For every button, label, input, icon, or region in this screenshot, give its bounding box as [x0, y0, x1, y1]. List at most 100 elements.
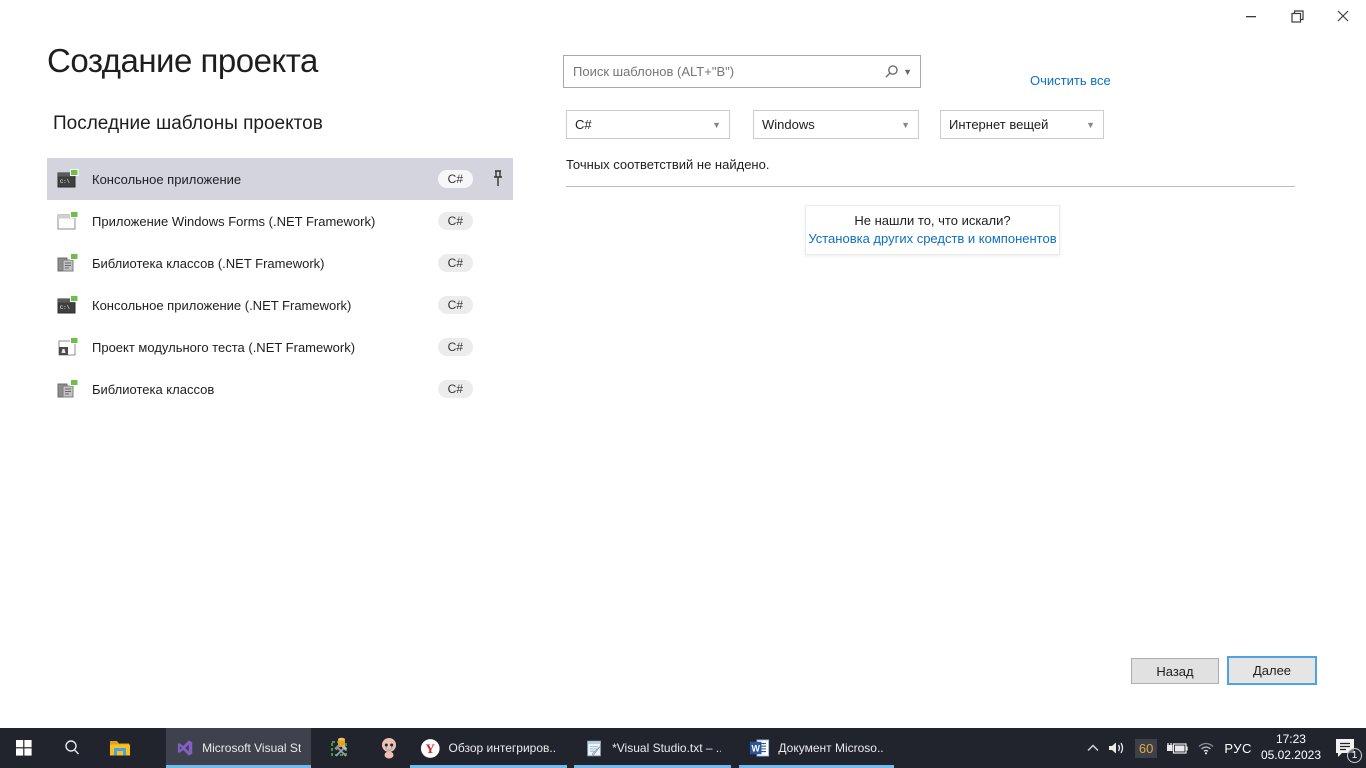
language-filter-dropdown[interactable]: C# ▼ [566, 110, 730, 139]
platform-filter-value: Windows [762, 117, 815, 132]
promo-question: Не нашли то, что искали? [806, 213, 1059, 228]
taskbar-task-yandex-browser[interactable]: Y Обзор интегриров... [410, 728, 567, 768]
word-icon: W [749, 738, 770, 758]
template-name: Библиотека классов [92, 382, 214, 397]
restore-icon [1291, 10, 1304, 23]
taskbar-pinned-isaac-game[interactable] [366, 728, 412, 768]
chevron-up-icon [1087, 744, 1099, 752]
battery-charging-icon [1166, 741, 1188, 755]
language-filter-value: C# [575, 117, 592, 132]
chevron-down-icon: ▼ [903, 67, 912, 77]
svg-text:C:\: C:\ [60, 304, 70, 311]
chevron-down-icon: ▼ [1086, 120, 1095, 130]
start-button[interactable] [0, 728, 48, 768]
svg-text:Y: Y [426, 741, 436, 756]
language-badge: C# [438, 254, 473, 272]
template-row-unit-test[interactable]: Проект модульного теста (.NET Framework)… [47, 326, 513, 368]
template-name: Консольное приложение [92, 172, 241, 187]
search-button[interactable]: ▼ [884, 64, 920, 79]
language-badge: C# [438, 212, 473, 230]
network-button[interactable] [1197, 741, 1215, 755]
template-name: Проект модульного теста (.NET Framework) [92, 340, 355, 355]
windows-logo-icon [16, 740, 32, 756]
class-library-icon [57, 253, 79, 273]
install-tools-link[interactable]: Установка других средств и компонентов [806, 231, 1059, 246]
taskbar-task-visual-studio[interactable]: Microsoft Visual St... [166, 728, 311, 768]
clock-time: 17:23 [1261, 732, 1321, 748]
language-badge: C# [438, 296, 473, 314]
close-icon [1337, 10, 1349, 22]
volume-icon [1108, 740, 1126, 756]
volume-button[interactable] [1108, 740, 1126, 756]
file-explorer-button[interactable] [96, 728, 144, 768]
template-search-box: ▼ [563, 55, 921, 88]
console-app-icon: C:\ [57, 169, 79, 189]
task-label: Microsoft Visual St... [202, 741, 301, 755]
folder-icon [109, 739, 131, 757]
restore-button[interactable] [1274, 0, 1320, 32]
project-type-filter-dropdown[interactable]: Интернет вещей ▼ [940, 110, 1104, 139]
search-input[interactable] [564, 64, 884, 79]
next-button[interactable]: Далее [1227, 656, 1317, 685]
action-center-button[interactable]: 1 [1330, 733, 1360, 763]
wifi-icon [1197, 741, 1215, 755]
system-tray: 60 РУС 17:23 05.02.2023 [1087, 728, 1364, 768]
page-title: Создание проекта [47, 42, 318, 80]
platform-filter-dropdown[interactable]: Windows ▼ [753, 110, 919, 139]
hidden-icons-chevron[interactable] [1087, 744, 1099, 752]
language-badge: C# [438, 338, 473, 356]
taskbar: Microsoft Visual St... Y Обзор интегриро… [0, 728, 1366, 768]
task-label: *Visual Studio.txt – ... [612, 741, 721, 755]
taskbar-search-button[interactable] [48, 728, 96, 768]
language-badge: C# [438, 380, 473, 398]
template-name: Библиотека классов (.NET Framework) [92, 256, 325, 271]
project-type-filter-value: Интернет вещей [949, 117, 1048, 132]
svg-text:W: W [751, 744, 760, 754]
language-badge: C# [438, 170, 473, 188]
notepad-icon [584, 738, 604, 759]
chevron-down-icon: ▼ [901, 120, 910, 130]
template-row-class-library-netfw[interactable]: Библиотека классов (.NET Framework) C# [47, 242, 513, 284]
unit-test-icon [57, 337, 79, 357]
task-label: Обзор интегриров... [449, 741, 557, 755]
search-icon [63, 739, 81, 757]
chevron-down-icon: ▼ [712, 120, 721, 130]
template-name: Консольное приложение (.NET Framework) [92, 298, 351, 313]
winforms-app-icon [57, 211, 79, 231]
recent-templates-list: C:\ Консольное приложение C# Приложение … [47, 158, 513, 410]
battery-button[interactable] [1166, 741, 1188, 755]
taskbar-pinned-game-tool[interactable] [318, 728, 364, 768]
language-indicator[interactable]: РУС [1224, 741, 1252, 756]
back-button[interactable]: Назад [1131, 658, 1219, 684]
rpg-tool-icon [329, 736, 353, 760]
install-tools-promo: Не нашли то, что искали? Установка други… [805, 205, 1060, 255]
yandex-browser-icon: Y [420, 738, 441, 759]
results-divider [566, 186, 1295, 187]
create-project-dialog: Создание проекта Последние шаблоны проек… [0, 0, 1366, 728]
clock[interactable]: 17:23 05.02.2023 [1261, 732, 1321, 763]
pin-icon[interactable] [491, 170, 505, 188]
template-row-class-library[interactable]: Библиотека классов C# [47, 368, 513, 410]
battery-percent-widget[interactable]: 60 [1135, 739, 1157, 758]
no-match-text: Точных соответствий не найдено. [566, 157, 769, 172]
clear-all-link[interactable]: Очистить все [1030, 73, 1111, 88]
svg-text:C:\: C:\ [60, 178, 70, 185]
minimize-icon [1245, 10, 1257, 22]
console-app-icon: C:\ [57, 295, 79, 315]
taskbar-task-notepad[interactable]: *Visual Studio.txt – ... [574, 728, 731, 768]
minimize-button[interactable] [1228, 0, 1274, 32]
window-controls [1228, 0, 1366, 32]
recent-templates-heading: Последние шаблоны проектов [53, 113, 323, 135]
clock-date: 05.02.2023 [1261, 748, 1321, 764]
template-row-console-app-netfw[interactable]: C:\ Консольное приложение (.NET Framewor… [47, 284, 513, 326]
taskbar-task-word[interactable]: W Документ Microso... [739, 728, 894, 768]
template-row-winforms-app[interactable]: Приложение Windows Forms (.NET Framework… [47, 200, 513, 242]
notification-count-badge: 1 [1347, 748, 1362, 763]
template-row-console-app[interactable]: C:\ Консольное приложение C# [47, 158, 513, 200]
isaac-game-icon [377, 736, 401, 760]
search-icon [884, 64, 899, 79]
template-name: Приложение Windows Forms (.NET Framework… [92, 214, 375, 229]
close-button[interactable] [1320, 0, 1366, 32]
visual-studio-icon [176, 738, 194, 758]
class-library-icon [57, 379, 79, 399]
